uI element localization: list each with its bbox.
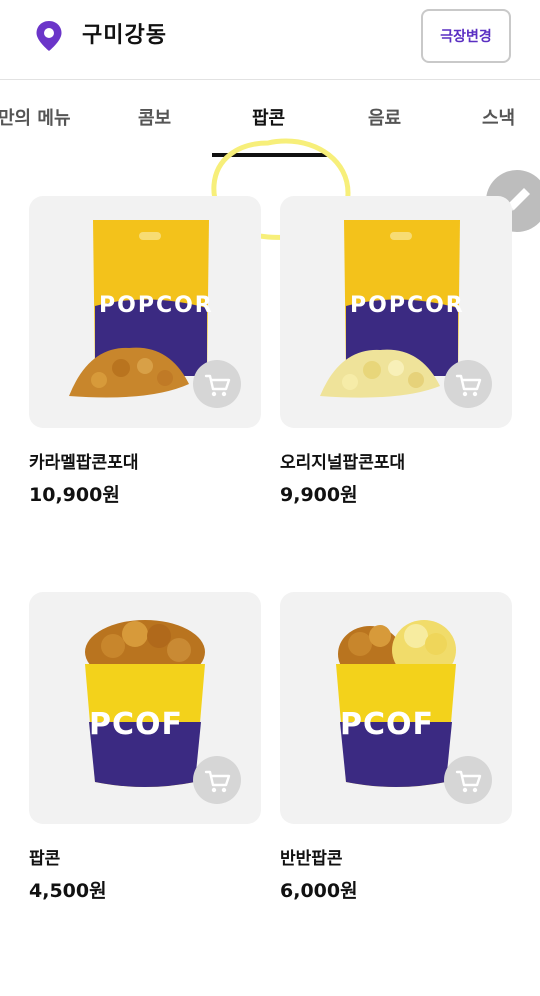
caramel-popcorn-bag-image: POPCOR [29, 196, 261, 428]
product-name: 팝콘 [29, 849, 61, 869]
tab-drink[interactable]: 음료 [368, 107, 401, 131]
svg-text:POPCOR: POPCOR [350, 293, 465, 318]
product-price: 10,900원 [29, 484, 120, 506]
add-to-cart-button[interactable] [444, 360, 492, 408]
cart-icon [455, 770, 482, 793]
add-to-cart-button[interactable] [444, 756, 492, 804]
theater-name[interactable]: 구미강동 [82, 20, 167, 52]
change-theater-button[interactable]: 극장변경 [421, 9, 511, 63]
half-half-popcorn-bucket-image: PCOF [280, 592, 512, 824]
original-popcorn-bag-image: POPCOR [280, 196, 512, 428]
tab-popcorn[interactable]: 팝콘 [252, 107, 285, 131]
add-to-cart-button[interactable] [193, 360, 241, 408]
cart-icon [204, 374, 231, 397]
tab-snack[interactable]: 스낵 [482, 107, 515, 131]
product-name: 반반팝콘 [280, 849, 343, 869]
active-tab-indicator [212, 153, 328, 157]
map-pin-icon [36, 21, 62, 51]
product-price: 6,000원 [280, 880, 358, 902]
tab-my-menu[interactable]: 만의 메뉴 [0, 107, 71, 131]
product-name: 오리지널팝콘포대 [280, 453, 406, 473]
category-tabs: 만의 메뉴 콤보 팝콘 음료 스낵 [0, 81, 540, 250]
popcorn-bucket-image: PCOF [29, 592, 261, 824]
add-to-cart-button[interactable] [193, 756, 241, 804]
svg-text:PCOF: PCOF [89, 707, 183, 742]
cart-icon [204, 770, 231, 793]
product-name: 카라멜팝콘포대 [29, 453, 139, 473]
svg-text:PCOF: PCOF [340, 707, 434, 742]
app-header: 구미강동 극장변경 [0, 0, 540, 80]
tab-combo[interactable]: 콤보 [138, 107, 171, 131]
svg-text:POPCOR: POPCOR [99, 293, 214, 318]
cart-icon [455, 374, 482, 397]
product-price: 4,500원 [29, 880, 107, 902]
product-price: 9,900원 [280, 484, 358, 506]
